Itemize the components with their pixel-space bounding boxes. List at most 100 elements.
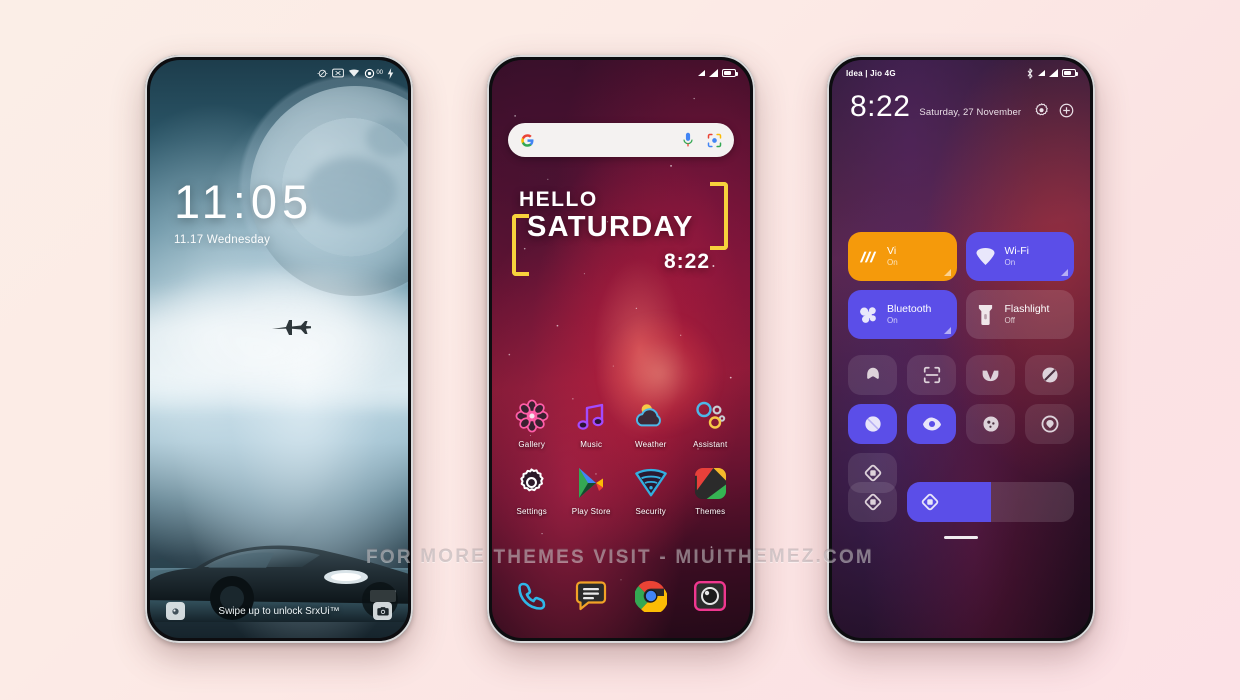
- tile-screenshot[interactable]: [848, 404, 897, 444]
- tile-wifi[interactable]: Wi-Fi On: [965, 232, 1074, 281]
- app-label: Assistant: [693, 440, 728, 449]
- app-security[interactable]: Security: [621, 465, 681, 516]
- auto-rotate-icon: [864, 464, 881, 482]
- bracket-right-decoration: [710, 182, 728, 250]
- quick-settings-small-tiles: [848, 355, 1074, 493]
- camera-shortcut-button[interactable]: [373, 602, 392, 620]
- dock-chrome[interactable]: [621, 580, 681, 612]
- tile-eye-care[interactable]: [907, 404, 956, 444]
- tile-label: Vi: [887, 244, 897, 257]
- panel-header: 8:22 Saturday, 27 November: [850, 92, 1074, 122]
- auto-rotate-icon: [864, 493, 881, 511]
- google-lens-icon[interactable]: [707, 133, 722, 148]
- flashlight-icon: [172, 607, 179, 615]
- tile-vibrate[interactable]: [966, 355, 1015, 395]
- phone-handset-icon: [517, 582, 546, 610]
- lock-statusbar-icons: 00: [317, 67, 394, 79]
- dnd-icon: [317, 69, 328, 77]
- app-label: Play Store: [571, 507, 611, 516]
- phone-control-center: Idea | Jio 4G 8:22 Saturday, 27 November: [827, 55, 1095, 643]
- dock-camera[interactable]: [681, 580, 741, 612]
- tile-label: Bluetooth: [887, 302, 932, 315]
- microphone-icon[interactable]: [682, 132, 694, 148]
- lock-date: 11.17 Wednesday: [174, 234, 271, 246]
- app-assistant[interactable]: Assistant: [681, 398, 741, 449]
- dock-messages[interactable]: [562, 580, 622, 612]
- control-center-surface[interactable]: Idea | Jio 4G 8:22 Saturday, 27 November: [832, 60, 1090, 638]
- tile-dnd[interactable]: [1025, 355, 1074, 395]
- app-label: Weather: [635, 440, 667, 449]
- app-themes[interactable]: Themes: [681, 465, 741, 516]
- scan-qr-icon: [923, 366, 940, 384]
- app-settings[interactable]: Settings: [502, 465, 562, 516]
- app-label: Settings: [516, 507, 547, 516]
- signal-bar-icon: [698, 70, 705, 76]
- screen-record-icon: [982, 416, 999, 432]
- battery-icon: [1062, 69, 1078, 77]
- settings-gear-icon[interactable]: [1034, 103, 1049, 118]
- tile-state: On: [887, 258, 898, 268]
- messages-icon: [576, 581, 607, 611]
- tile-state: Off: [1004, 316, 1016, 326]
- home-screen-surface[interactable]: HELLO SATURDAY 8:22 Gallery Music Weathe…: [492, 60, 750, 638]
- app-label: Themes: [695, 507, 726, 516]
- app-music[interactable]: Music: [562, 398, 622, 449]
- tile-screen-record[interactable]: [966, 404, 1015, 444]
- tile-expand-corner[interactable]: [943, 269, 951, 276]
- vi-network-icon: [857, 246, 879, 268]
- wifi-icon: [349, 69, 360, 77]
- tile-label: Wi-Fi: [1004, 244, 1030, 257]
- tile-label: Flashlight: [1004, 302, 1050, 315]
- tile-scan-qr[interactable]: [907, 355, 956, 395]
- dock-phone[interactable]: [502, 580, 562, 612]
- brightness-icon: [921, 493, 939, 511]
- home-statusbar-icons: [698, 69, 738, 77]
- tile-airplane-mode[interactable]: [848, 355, 897, 395]
- signal-bar-icon: [1038, 70, 1045, 76]
- tile-expand-corner[interactable]: [1061, 269, 1068, 276]
- add-edit-icon[interactable]: [1059, 103, 1074, 118]
- dnd-icon: [1041, 367, 1058, 383]
- tile-expand-corner[interactable]: [943, 327, 951, 334]
- flashlight-icon: [975, 304, 997, 326]
- google-g-icon: [521, 133, 534, 147]
- tile-location[interactable]: [1025, 404, 1074, 444]
- wifi-icon: [975, 246, 997, 268]
- lock-screen-surface[interactable]: 00 11:05 11.17 Wednesday Swipe up to unl…: [150, 60, 408, 638]
- app-play-store[interactable]: Play Store: [562, 465, 622, 516]
- lock-clock-widget: 11:05 11.17 Wednesday: [174, 178, 313, 246]
- tile-bluetooth[interactable]: Bluetooth On: [848, 290, 957, 339]
- location-icon: [1041, 415, 1058, 433]
- flashlight-shortcut-button[interactable]: [166, 602, 185, 620]
- tile-state: On: [1004, 258, 1016, 268]
- phone-home-screen: HELLO SATURDAY 8:22 Gallery Music Weathe…: [487, 55, 755, 643]
- panel-statusbar: Idea | Jio 4G: [832, 60, 1090, 86]
- drag-handle[interactable]: [944, 536, 978, 539]
- tile-vi[interactable]: Vi On: [848, 232, 957, 281]
- security-shield-icon: [633, 465, 669, 501]
- cloud-layer: [150, 270, 408, 410]
- app-label: Gallery: [518, 440, 546, 449]
- camera-icon: [694, 581, 727, 611]
- tile-flashlight[interactable]: Flashlight Off: [965, 290, 1074, 339]
- battery-icon: [722, 69, 738, 77]
- gear-icon: [514, 465, 550, 501]
- app-gallery[interactable]: Gallery: [502, 398, 562, 449]
- app-label: Music: [580, 440, 603, 449]
- camera-icon: [376, 606, 389, 615]
- tile-auto-rotate-secondary[interactable]: [848, 482, 897, 522]
- dual-sim-icon: 00: [364, 68, 383, 79]
- brightness-slider[interactable]: [907, 482, 1074, 522]
- no-sim-icon: [332, 68, 345, 78]
- signal-bar-icon: [1049, 69, 1058, 77]
- google-search-bar[interactable]: [508, 123, 734, 157]
- app-weather[interactable]: Weather: [621, 398, 681, 449]
- lock-time: 11:05: [174, 175, 314, 228]
- control-center-background: [832, 60, 1090, 638]
- home-dock: [502, 580, 740, 612]
- app-label: Security: [635, 507, 666, 516]
- charging-bolt-icon: [387, 67, 394, 79]
- quick-settings-big-tiles: Vi On Wi-Fi On Bluetooth On Flashlight O…: [848, 232, 1074, 339]
- phone-lock-screen: 00 11:05 11.17 Wednesday Swipe up to unl…: [145, 55, 413, 643]
- eye-care-icon: [922, 417, 941, 431]
